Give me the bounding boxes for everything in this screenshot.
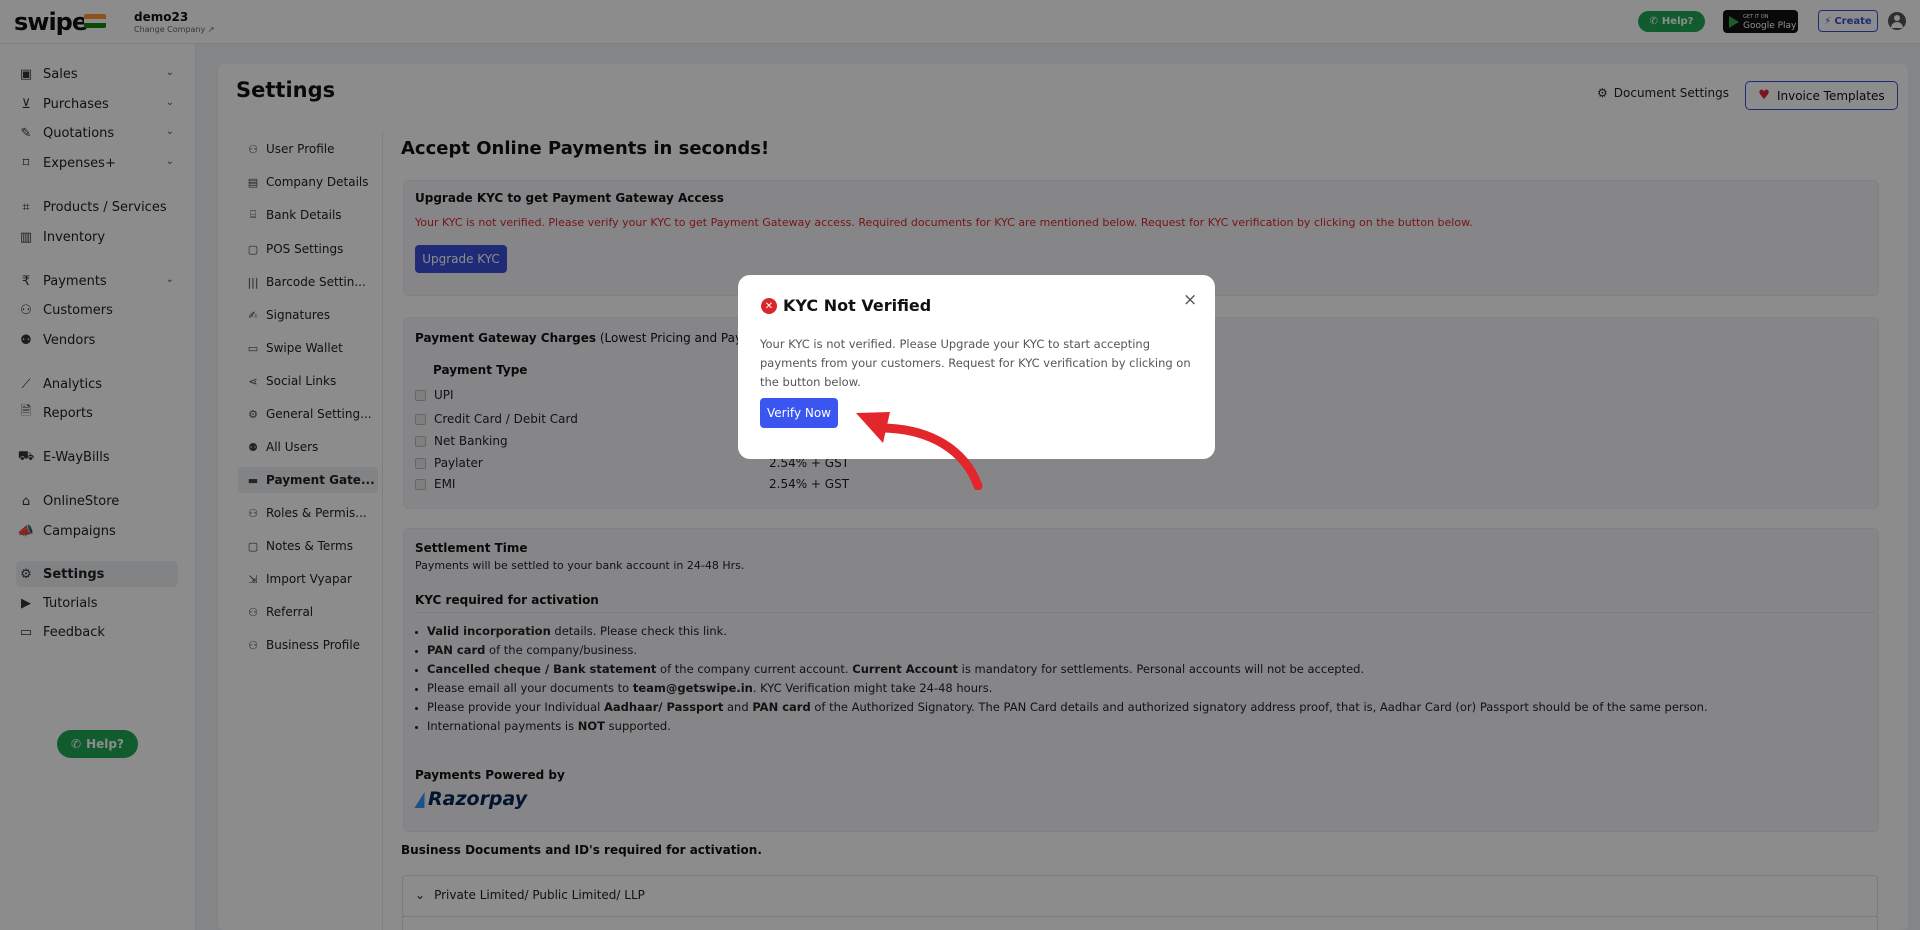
modal-body: Your KYC is not verified. Please Upgrade… xyxy=(760,337,1191,389)
error-icon: ✕ xyxy=(761,298,777,314)
modal-title: KYC Not Verified xyxy=(783,296,932,315)
annotation-arrow-icon xyxy=(856,412,983,490)
close-icon[interactable]: × xyxy=(1183,290,1197,310)
verify-now-button[interactable]: Verify Now xyxy=(760,398,838,428)
